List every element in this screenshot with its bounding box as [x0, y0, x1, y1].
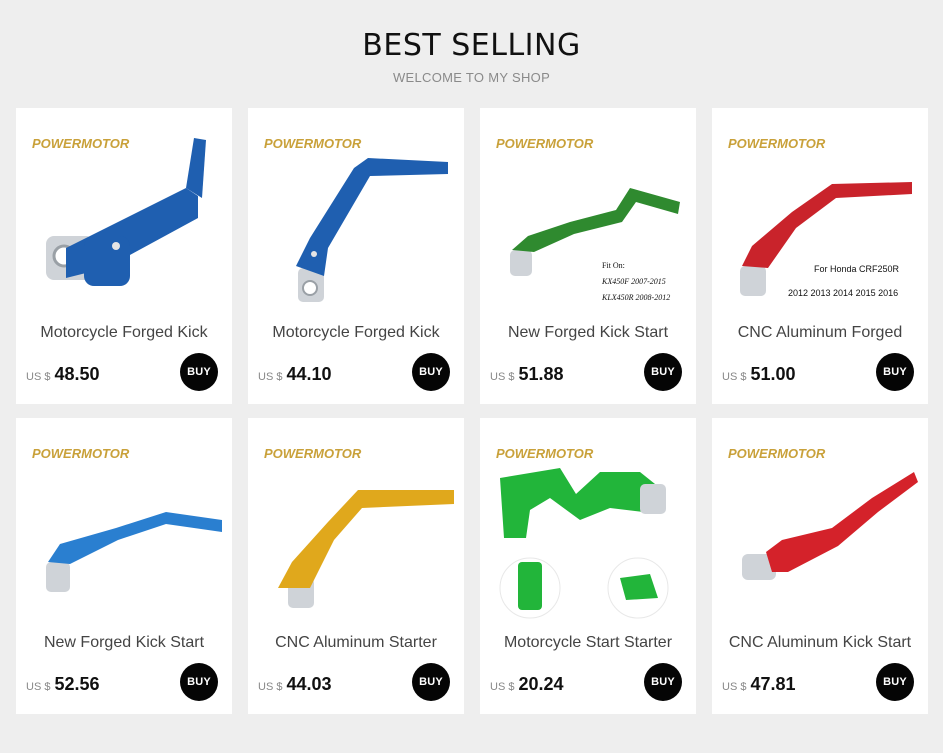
currency-label: US $	[258, 371, 283, 383]
product-title[interactable]: Motorcycle Forged Kick	[16, 324, 232, 342]
brand-logo: POWERMOTOR	[264, 136, 362, 151]
product-card[interactable]: POWERMOTOR CNC Aluminum Starter US $ 44.…	[248, 418, 464, 714]
product-image[interactable]: POWERMOTOR	[26, 428, 222, 624]
brand-logo: POWERMOTOR	[728, 446, 826, 461]
buy-button[interactable]: BUY	[644, 663, 682, 701]
brand-logo: POWERMOTOR	[32, 446, 130, 461]
price-value: 44.03	[286, 674, 332, 694]
currency-label: US $	[490, 681, 515, 693]
product-part-shape	[48, 512, 222, 564]
price-value: 52.56	[54, 674, 100, 694]
product-title[interactable]: CNC Aluminum Kick Start	[712, 634, 928, 652]
product-part-shape	[742, 182, 912, 268]
price-value: 48.50	[54, 364, 100, 384]
product-card[interactable]: POWERMOTOR Motorcycle Forged Kick US $ 4…	[248, 108, 464, 404]
price-row: US $ 51.00	[722, 364, 796, 385]
brand-logo: POWERMOTOR	[264, 446, 362, 461]
product-title[interactable]: New Forged Kick Start	[16, 634, 232, 652]
page-header: BEST SELLING WELCOME TO MY SHOP	[0, 0, 943, 100]
currency-label: US $	[722, 371, 747, 383]
product-title[interactable]: CNC Aluminum Starter	[248, 634, 464, 652]
product-part-shape	[500, 468, 660, 538]
buy-button[interactable]: BUY	[180, 663, 218, 701]
brand-logo: POWERMOTOR	[32, 136, 130, 151]
product-card[interactable]: POWERMOTOR Fit On: KX450F 2007-2015 KLX4…	[480, 108, 696, 404]
price-row: US $ 44.03	[258, 674, 332, 695]
buy-button[interactable]: BUY	[876, 353, 914, 391]
brand-logo: POWERMOTOR	[728, 136, 826, 151]
product-image[interactable]: POWERMOTOR	[722, 428, 918, 624]
product-image[interactable]: POWERMOTOR	[258, 428, 454, 624]
buy-button[interactable]: BUY	[180, 353, 218, 391]
price-row: US $ 48.50	[26, 364, 100, 385]
price-value: 20.24	[518, 674, 564, 694]
price-row: US $ 20.24	[490, 674, 564, 695]
product-card[interactable]: POWERMOTOR For Honda CRF250R 2012 2013 2…	[712, 108, 928, 404]
buy-button[interactable]: BUY	[644, 353, 682, 391]
product-card[interactable]: POWERMOTOR CNC Aluminum Kick Start US $ …	[712, 418, 928, 714]
price-row: US $ 52.56	[26, 674, 100, 695]
fitment-line: Fit On:	[602, 261, 625, 270]
product-title[interactable]: CNC Aluminum Forged	[712, 324, 928, 342]
product-image[interactable]: POWERMOTOR	[26, 118, 222, 314]
fitment-line: For Honda CRF250R	[814, 264, 900, 274]
page-subtitle: WELCOME TO MY SHOP	[392, 70, 551, 85]
product-image[interactable]: POWERMOTOR	[258, 118, 454, 314]
currency-label: US $	[258, 681, 283, 693]
price-row: US $ 47.81	[722, 674, 796, 695]
buy-button[interactable]: BUY	[876, 663, 914, 701]
product-part-shape	[278, 490, 454, 588]
product-card[interactable]: POWERMOTOR Motorcycle Forged Kick US $ 4…	[16, 108, 232, 404]
product-grid: POWERMOTOR Motorcycle Forged Kick US $ 4…	[16, 108, 928, 714]
fitment-line: 2012 2013 2014 2015 2016	[788, 288, 898, 298]
product-part-shape	[512, 188, 680, 252]
price-row: US $ 44.10	[258, 364, 332, 385]
product-title[interactable]: Motorcycle Start Starter	[480, 634, 696, 652]
currency-label: US $	[26, 681, 51, 693]
currency-label: US $	[26, 371, 51, 383]
product-card[interactable]: POWERMOTOR New Forged Kick Start US $ 52…	[16, 418, 232, 714]
fitment-line: KX450F 2007-2015	[601, 277, 666, 286]
page-title: BEST SELLING	[362, 28, 581, 63]
currency-label: US $	[490, 371, 515, 383]
product-title[interactable]: New Forged Kick Start	[480, 324, 696, 342]
brand-logo: POWERMOTOR	[496, 446, 594, 461]
price-value: 47.81	[750, 674, 796, 694]
product-part-shape	[296, 158, 448, 276]
product-image[interactable]: POWERMOTOR	[490, 428, 686, 624]
product-part-shape	[766, 472, 918, 572]
buy-button[interactable]: BUY	[412, 663, 450, 701]
currency-label: US $	[722, 681, 747, 693]
product-card[interactable]: POWERMOTOR Motorcycle Start Starter US $…	[480, 418, 696, 714]
product-image[interactable]: POWERMOTOR For Honda CRF250R 2012 2013 2…	[722, 118, 918, 314]
price-value: 51.00	[750, 364, 796, 384]
product-title[interactable]: Motorcycle Forged Kick	[248, 324, 464, 342]
brand-logo: POWERMOTOR	[496, 136, 594, 151]
price-value: 51.88	[518, 364, 564, 384]
buy-button[interactable]: BUY	[412, 353, 450, 391]
price-row: US $ 51.88	[490, 364, 564, 385]
price-value: 44.10	[286, 364, 332, 384]
fitment-line: KLX450R 2008-2012	[601, 293, 670, 302]
product-image[interactable]: POWERMOTOR Fit On: KX450F 2007-2015 KLX4…	[490, 118, 686, 314]
